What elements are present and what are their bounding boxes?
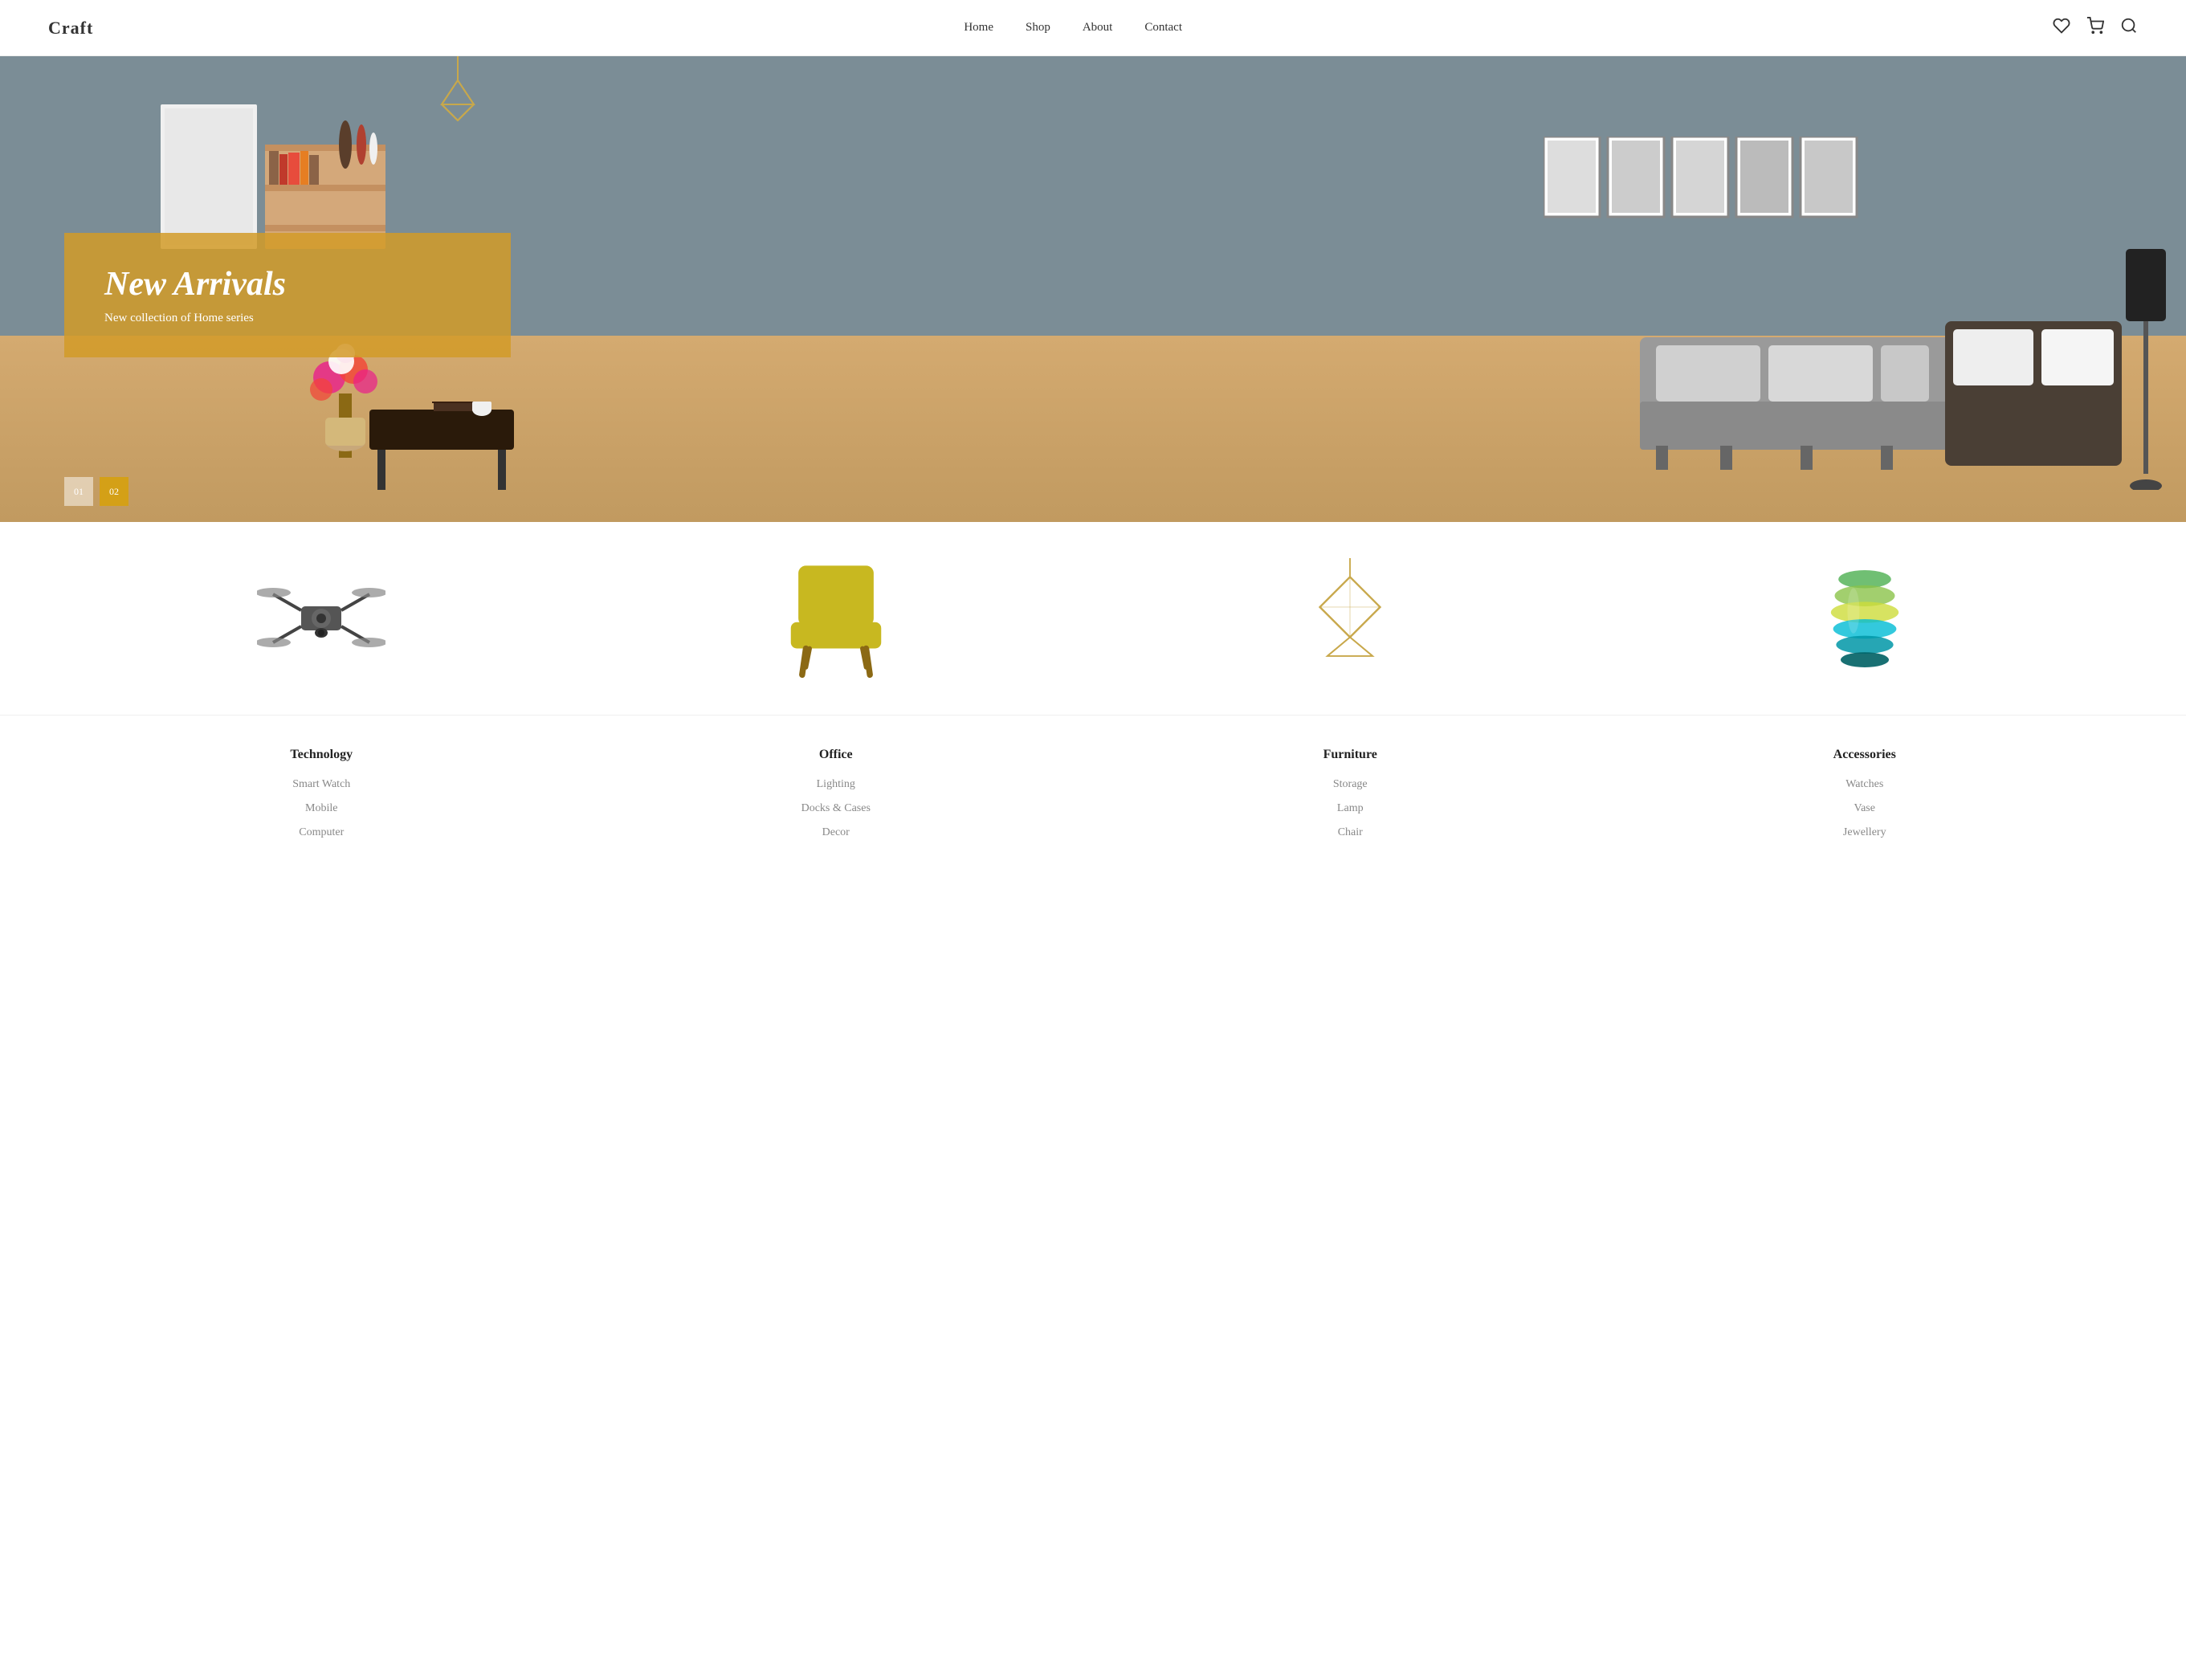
category-accessories: Accessories Watches Vase Jewellery <box>1792 748 1937 850</box>
site-header: Craft Home Shop About Contact <box>0 0 2186 56</box>
cart-icon[interactable] <box>2086 17 2104 39</box>
product-vase[interactable] <box>1784 554 1945 683</box>
chair-image <box>780 558 892 679</box>
header-icons <box>2053 17 2138 39</box>
category-technology-title: Technology <box>249 748 394 762</box>
category-item-jewellery[interactable]: Jewellery <box>1792 826 1937 839</box>
nav-home[interactable]: Home <box>964 21 993 35</box>
category-item-lamp[interactable]: Lamp <box>1278 802 1422 815</box>
category-item-computer[interactable]: Computer <box>249 826 394 839</box>
slide-indicators: 01 02 <box>64 477 128 506</box>
category-office-title: Office <box>764 748 908 762</box>
wishlist-icon[interactable] <box>2053 17 2070 39</box>
slide-dot-2[interactable]: 02 <box>100 477 128 506</box>
category-item-smartwatch[interactable]: Smart Watch <box>249 778 394 791</box>
category-item-lighting[interactable]: Lighting <box>764 778 908 791</box>
drone-image <box>257 570 385 667</box>
category-furniture-title: Furniture <box>1278 748 1422 762</box>
product-drone[interactable] <box>241 554 402 683</box>
product-chair[interactable] <box>756 554 916 683</box>
product-images-section <box>0 522 2186 715</box>
category-item-docks-cases[interactable]: Docks & Cases <box>764 802 908 815</box>
category-accessories-title: Accessories <box>1792 748 1937 762</box>
product-lamp[interactable] <box>1270 554 1430 683</box>
category-item-watches[interactable]: Watches <box>1792 778 1937 791</box>
hero-banner: New Arrivals New collection of Home seri… <box>64 233 511 357</box>
nav-shop[interactable]: Shop <box>1026 21 1050 35</box>
bookshelf-decoration <box>161 104 385 249</box>
slide-dot-1[interactable]: 01 <box>64 477 93 506</box>
sofa-decoration <box>1640 305 2122 482</box>
category-office: Office Lighting Docks & Cases Decor <box>764 748 908 850</box>
categories-section: Technology Smart Watch Mobile Computer O… <box>0 715 2186 899</box>
category-furniture: Furniture Storage Lamp Chair <box>1278 748 1422 850</box>
hanging-lamp-decoration <box>426 56 490 153</box>
category-item-decor[interactable]: Decor <box>764 826 908 839</box>
nav-about[interactable]: About <box>1083 21 1113 35</box>
category-item-vase[interactable]: Vase <box>1792 802 1937 815</box>
hero-subtitle: New collection of Home series <box>104 312 286 325</box>
category-technology: Technology Smart Watch Mobile Computer <box>249 748 394 850</box>
category-item-storage[interactable]: Storage <box>1278 778 1422 791</box>
hero-title: New Arrivals <box>104 265 286 304</box>
vase-image <box>1821 558 1909 679</box>
wall-pictures <box>1544 137 1865 233</box>
search-icon[interactable] <box>2120 17 2138 39</box>
category-item-mobile[interactable]: Mobile <box>249 802 394 815</box>
main-nav: Home Shop About Contact <box>964 21 1182 35</box>
logo[interactable]: Craft <box>48 18 93 39</box>
floor-lamp-decoration <box>2122 249 2170 490</box>
hero-section: New Arrivals New collection of Home seri… <box>0 56 2186 522</box>
nav-contact[interactable]: Contact <box>1144 21 1182 35</box>
category-item-chair[interactable]: Chair <box>1278 826 1422 839</box>
lamp-image <box>1302 558 1398 679</box>
coffee-table-decoration <box>361 402 522 498</box>
